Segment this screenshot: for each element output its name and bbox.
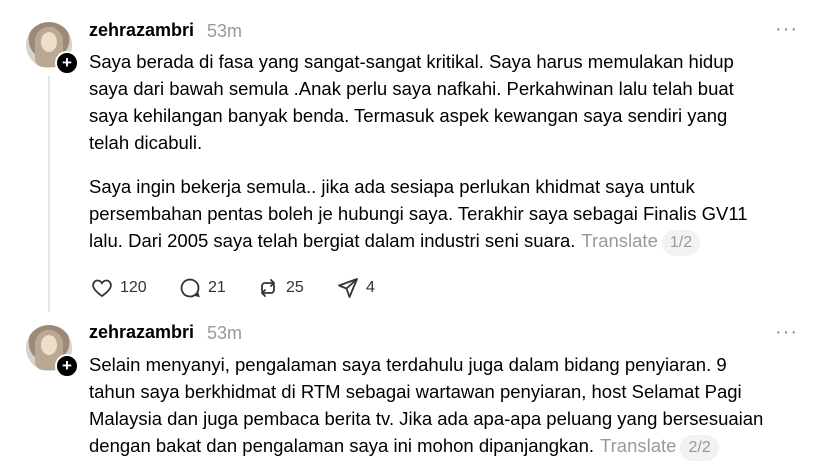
follow-plus-icon[interactable]: + [55,354,79,378]
text-line-content: dengan bakat dan pengalaman saya ini moh… [89,435,595,456]
follow-plus-icon[interactable]: + [55,51,79,75]
thread-post: + zehrazambri 53m ··· Selain menyanyi, p… [0,318,830,470]
more-options-icon[interactable]: ··· [775,18,798,41]
repost-button[interactable]: 25 [256,276,304,300]
translate-link[interactable]: Translate [581,230,657,251]
more-options-icon[interactable]: ··· [775,321,798,344]
thread-connector-line [48,76,50,312]
username[interactable]: zehrazambri [89,20,194,41]
like-button[interactable]: 120 [90,276,147,300]
share-icon [338,278,358,298]
avatar[interactable]: + [26,325,79,378]
repost-icon [261,279,275,297]
heart-icon [92,279,112,298]
text-line: saya kehilangan banyak benda. Termasuk a… [89,105,728,126]
page-indicator: 1/2 [661,230,701,256]
comment-icon [180,278,200,298]
post-paragraph-1: Saya berada di fasa yang sangat-sangat k… [89,48,789,156]
text-line: dengan bakat dan pengalaman saya ini moh… [89,432,809,461]
post-time: 53m [207,21,243,41]
thread-post: + zehrazambri 53m ··· Saya berada di fas… [0,0,830,318]
share-count: 4 [366,279,375,296]
translate-link[interactable]: Translate [600,435,676,456]
text-line: tahun saya berkhidmat di RTM sebagai war… [89,381,742,402]
post-paragraph: Selain menyanyi, pengalaman saya terdahu… [89,351,809,461]
share-button[interactable]: 4 [336,276,375,300]
reply-button[interactable]: 21 [178,276,226,300]
text-line: telah dicabuli. [89,132,203,153]
repost-count: 25 [286,279,304,296]
username[interactable]: zehrazambri [89,322,194,343]
reply-count: 21 [208,279,226,296]
text-line: Saya ingin bekerja semula.. jika ada ses… [89,176,695,197]
text-line-content: lalu. Dari 2005 saya telah bergiat dalam… [89,230,576,251]
post-time: 53m [207,323,243,343]
avatar[interactable]: + [26,22,79,75]
text-line: Saya berada di fasa yang sangat-sangat k… [89,51,734,72]
page-indicator: 2/2 [680,435,719,461]
text-line: persembahan pentas boleh je hubungi saya… [89,203,748,224]
text-line: saya dari bawah semula .Anak perlu saya … [89,78,734,99]
like-count: 120 [120,279,147,296]
post-paragraph-2: Saya ingin bekerja semula.. jika ada ses… [89,173,789,256]
text-line: lalu. Dari 2005 saya telah bergiat dalam… [89,227,789,256]
text-line: Malaysia dan juga pembaca berita tv. Jik… [89,408,764,429]
text-line: Selain menyanyi, pengalaman saya terdahu… [89,354,727,375]
